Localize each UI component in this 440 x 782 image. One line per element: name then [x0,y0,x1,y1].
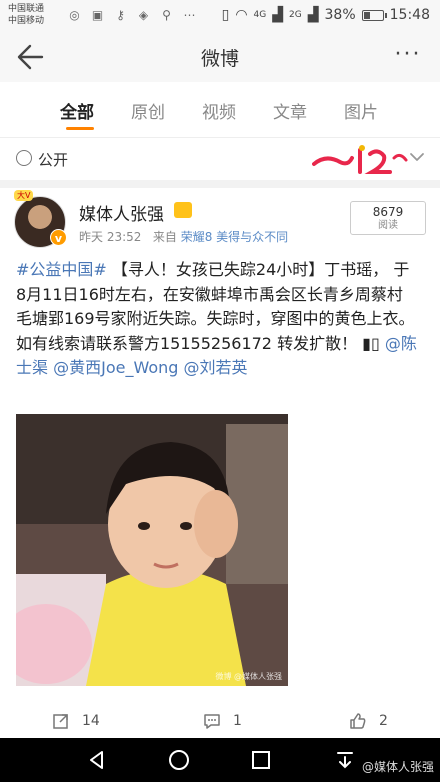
signal-1-icon: ▟ [272,7,284,23]
post-source[interactable]: 荣耀8 美得与众不同 [181,230,288,244]
post-actions: 14 1 2 [0,708,440,738]
mention-link[interactable]: @黄西Joe_Wong [53,358,178,377]
thumbs-up-icon [350,713,366,729]
status-bar: 中国联通 中国移动 ◎ ▣ ⚷ ◈ ⚲ ⋯ ▯ ◠ 4G ▟ 2G ▟ 38% … [0,0,440,32]
wechat-icon: ◎ [69,8,80,22]
member-crown-icon [174,202,192,218]
chevron-down-icon[interactable] [408,148,426,166]
read-count-box: 8679 阅读 [350,201,426,235]
carrier-labels: 中国联通 中国移动 [8,3,44,27]
image-watermark: 微博 @媒体人张强 [215,672,282,681]
like-count: 2 [379,713,388,729]
network-2-label: 2G [289,10,302,20]
post-time: 昨天 23:52 [79,230,142,244]
status-right: ▯ ◠ 4G ▟ 2G ▟ 38% 15:48 [222,7,430,23]
source-prefix: 来自 [152,230,177,244]
notification-icons: ◎ ▣ ⚷ ◈ ⚲ ⋯ [68,9,196,22]
weibo-watermark: @媒体人张强 [361,760,434,774]
read-count: 8679 [372,205,404,219]
tab-image[interactable]: 图片 [344,98,378,123]
post-image[interactable]: 微博 @媒体人张强 [16,414,288,686]
tab-bar: 全部 原创 视频 文章 图片 [0,82,440,138]
visibility-label: 公开 [38,151,69,169]
clock: 15:48 [389,7,430,23]
verified-badge-icon: v [50,229,67,246]
carrier-2: 中国移动 [8,16,45,26]
avatar-tag: 大V [14,190,34,201]
signal-2-icon: ▟ [307,7,319,23]
message-icon: ▣ [91,8,104,22]
title-bar: 微博 ··· [0,32,440,82]
more-button[interactable]: ··· [390,40,426,74]
page-title: 微博 [200,48,239,70]
carrier-1: 中国联通 [8,4,45,14]
video-icon: ▮▯ [357,333,385,353]
nav-home-icon[interactable] [164,745,194,775]
shield-icon: ◈ [138,8,149,22]
battery-percent: 38% [324,7,356,23]
vibrate-icon: ▯ [221,7,230,23]
nav-notification-icon[interactable] [330,745,360,775]
tab-original[interactable]: 原创 [131,98,165,123]
repost-button[interactable]: 14 [52,712,100,730]
username[interactable]: 媒体人张强 [79,200,164,225]
globe-icon [16,150,32,166]
battery-icon [361,9,387,21]
visibility-filter[interactable]: 公开 [0,138,440,188]
wifi-icon: ◠ [235,7,248,23]
comment-count: 1 [233,713,242,729]
repost-count: 14 [82,713,100,729]
key-icon: ⚷ [116,8,125,22]
system-nav-bar: @媒体人张强 [0,738,440,782]
mention-link[interactable]: @刘若英 [184,358,248,377]
more-notifications-icon: ⋯ [183,8,196,22]
read-label: 阅读 [378,220,398,231]
like-button[interactable]: 2 [349,712,388,730]
comment-button[interactable]: 1 [203,712,242,730]
battery-fill [363,11,371,19]
repost-icon [53,714,68,729]
tab-video[interactable]: 视频 [202,98,236,123]
nav-recents-icon[interactable] [246,745,276,775]
hashtag-link[interactable]: #公益中国# [16,260,107,279]
more-dots-icon: ··· [394,42,422,67]
active-tab-indicator [66,127,94,130]
location-icon: ⚲ [162,8,171,22]
festival-decoration-icon [312,145,408,174]
post-meta: 昨天 23:52 来自 荣耀8 美得与众不同 [79,228,288,245]
child-photo [16,414,288,686]
network-1-label: 4G [253,10,267,20]
nav-back-icon[interactable] [82,745,112,775]
post-text: #公益中国# 【寻人！女孩已失踪24小时】丁书瑶， 于8月11日16时左右，在安… [16,258,418,381]
tab-article[interactable]: 文章 [273,98,307,123]
tab-all[interactable]: 全部 [60,98,94,123]
comment-icon [204,714,220,729]
